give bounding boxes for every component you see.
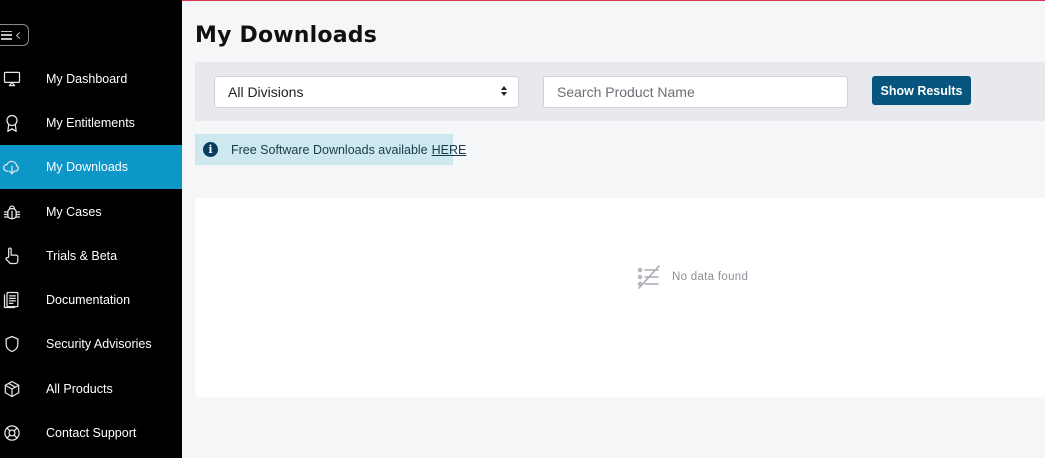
document-icon bbox=[0, 288, 24, 312]
sidebar-item-label: All Products bbox=[46, 382, 113, 396]
filter-bar: All Divisions Show Results bbox=[195, 62, 1045, 121]
shield-icon bbox=[0, 332, 24, 356]
lifebuoy-icon bbox=[0, 421, 24, 445]
search-input[interactable] bbox=[543, 76, 848, 108]
sidebar-item-my-dashboard[interactable]: My Dashboard bbox=[0, 57, 182, 101]
info-icon: i bbox=[203, 142, 218, 157]
cube-icon bbox=[0, 377, 24, 401]
free-downloads-link[interactable]: HERE bbox=[432, 143, 467, 157]
sort-caret-icon bbox=[501, 86, 509, 99]
sidebar: My Dashboard My Entitlements My Download… bbox=[0, 0, 182, 458]
cloud-download-icon bbox=[0, 155, 24, 179]
sidebar-item-label: My Downloads bbox=[46, 160, 128, 174]
empty-state: No data found bbox=[636, 264, 748, 290]
sidebar-item-my-downloads[interactable]: My Downloads bbox=[0, 145, 182, 189]
award-icon bbox=[0, 111, 24, 135]
top-accent-line bbox=[182, 0, 1045, 1]
sidebar-item-label: Documentation bbox=[46, 293, 131, 307]
downloads-results-card: No data found bbox=[195, 198, 1045, 397]
monitor-icon bbox=[0, 67, 24, 91]
page-title: My Downloads bbox=[195, 23, 377, 48]
sidebar-item-my-entitlements[interactable]: My Entitlements bbox=[0, 101, 182, 145]
empty-state-text: No data found bbox=[672, 271, 749, 283]
menu-icon bbox=[1, 30, 12, 40]
info-banner: i Free Software Downloads available HERE bbox=[195, 134, 466, 165]
division-select[interactable]: All Divisions bbox=[214, 76, 519, 108]
chevron-left-icon bbox=[15, 31, 24, 39]
sidebar-collapse-toggle[interactable] bbox=[0, 24, 29, 46]
sidebar-item-all-products[interactable]: All Products bbox=[0, 367, 182, 411]
sidebar-item-documentation[interactable]: Documentation bbox=[0, 278, 182, 322]
info-text: Free Software Downloads available bbox=[231, 142, 428, 157]
sidebar-item-label: My Cases bbox=[46, 205, 102, 219]
sidebar-item-contact-support[interactable]: Contact Support bbox=[0, 411, 182, 455]
sidebar-item-trials-beta[interactable]: Trials & Beta bbox=[0, 234, 182, 278]
sidebar-item-label: Security Advisories bbox=[46, 337, 152, 351]
sidebar-item-label: Trials & Beta bbox=[46, 249, 118, 263]
sidebar-item-label: My Entitlements bbox=[46, 116, 135, 130]
bug-icon bbox=[0, 200, 24, 224]
sidebar-item-label: Contact Support bbox=[46, 426, 137, 440]
show-results-button[interactable]: Show Results bbox=[872, 76, 971, 105]
no-data-icon bbox=[637, 265, 660, 289]
sidebar-item-my-cases[interactable]: My Cases bbox=[0, 190, 182, 234]
sidebar-item-label: My Dashboard bbox=[46, 72, 128, 86]
division-select-value: All Divisions bbox=[228, 84, 304, 100]
hand-pointer-icon bbox=[0, 244, 24, 268]
sidebar-item-security-advisories[interactable]: Security Advisories bbox=[0, 322, 182, 366]
info-banner-text: Free Software Downloads available HERE bbox=[231, 143, 466, 157]
